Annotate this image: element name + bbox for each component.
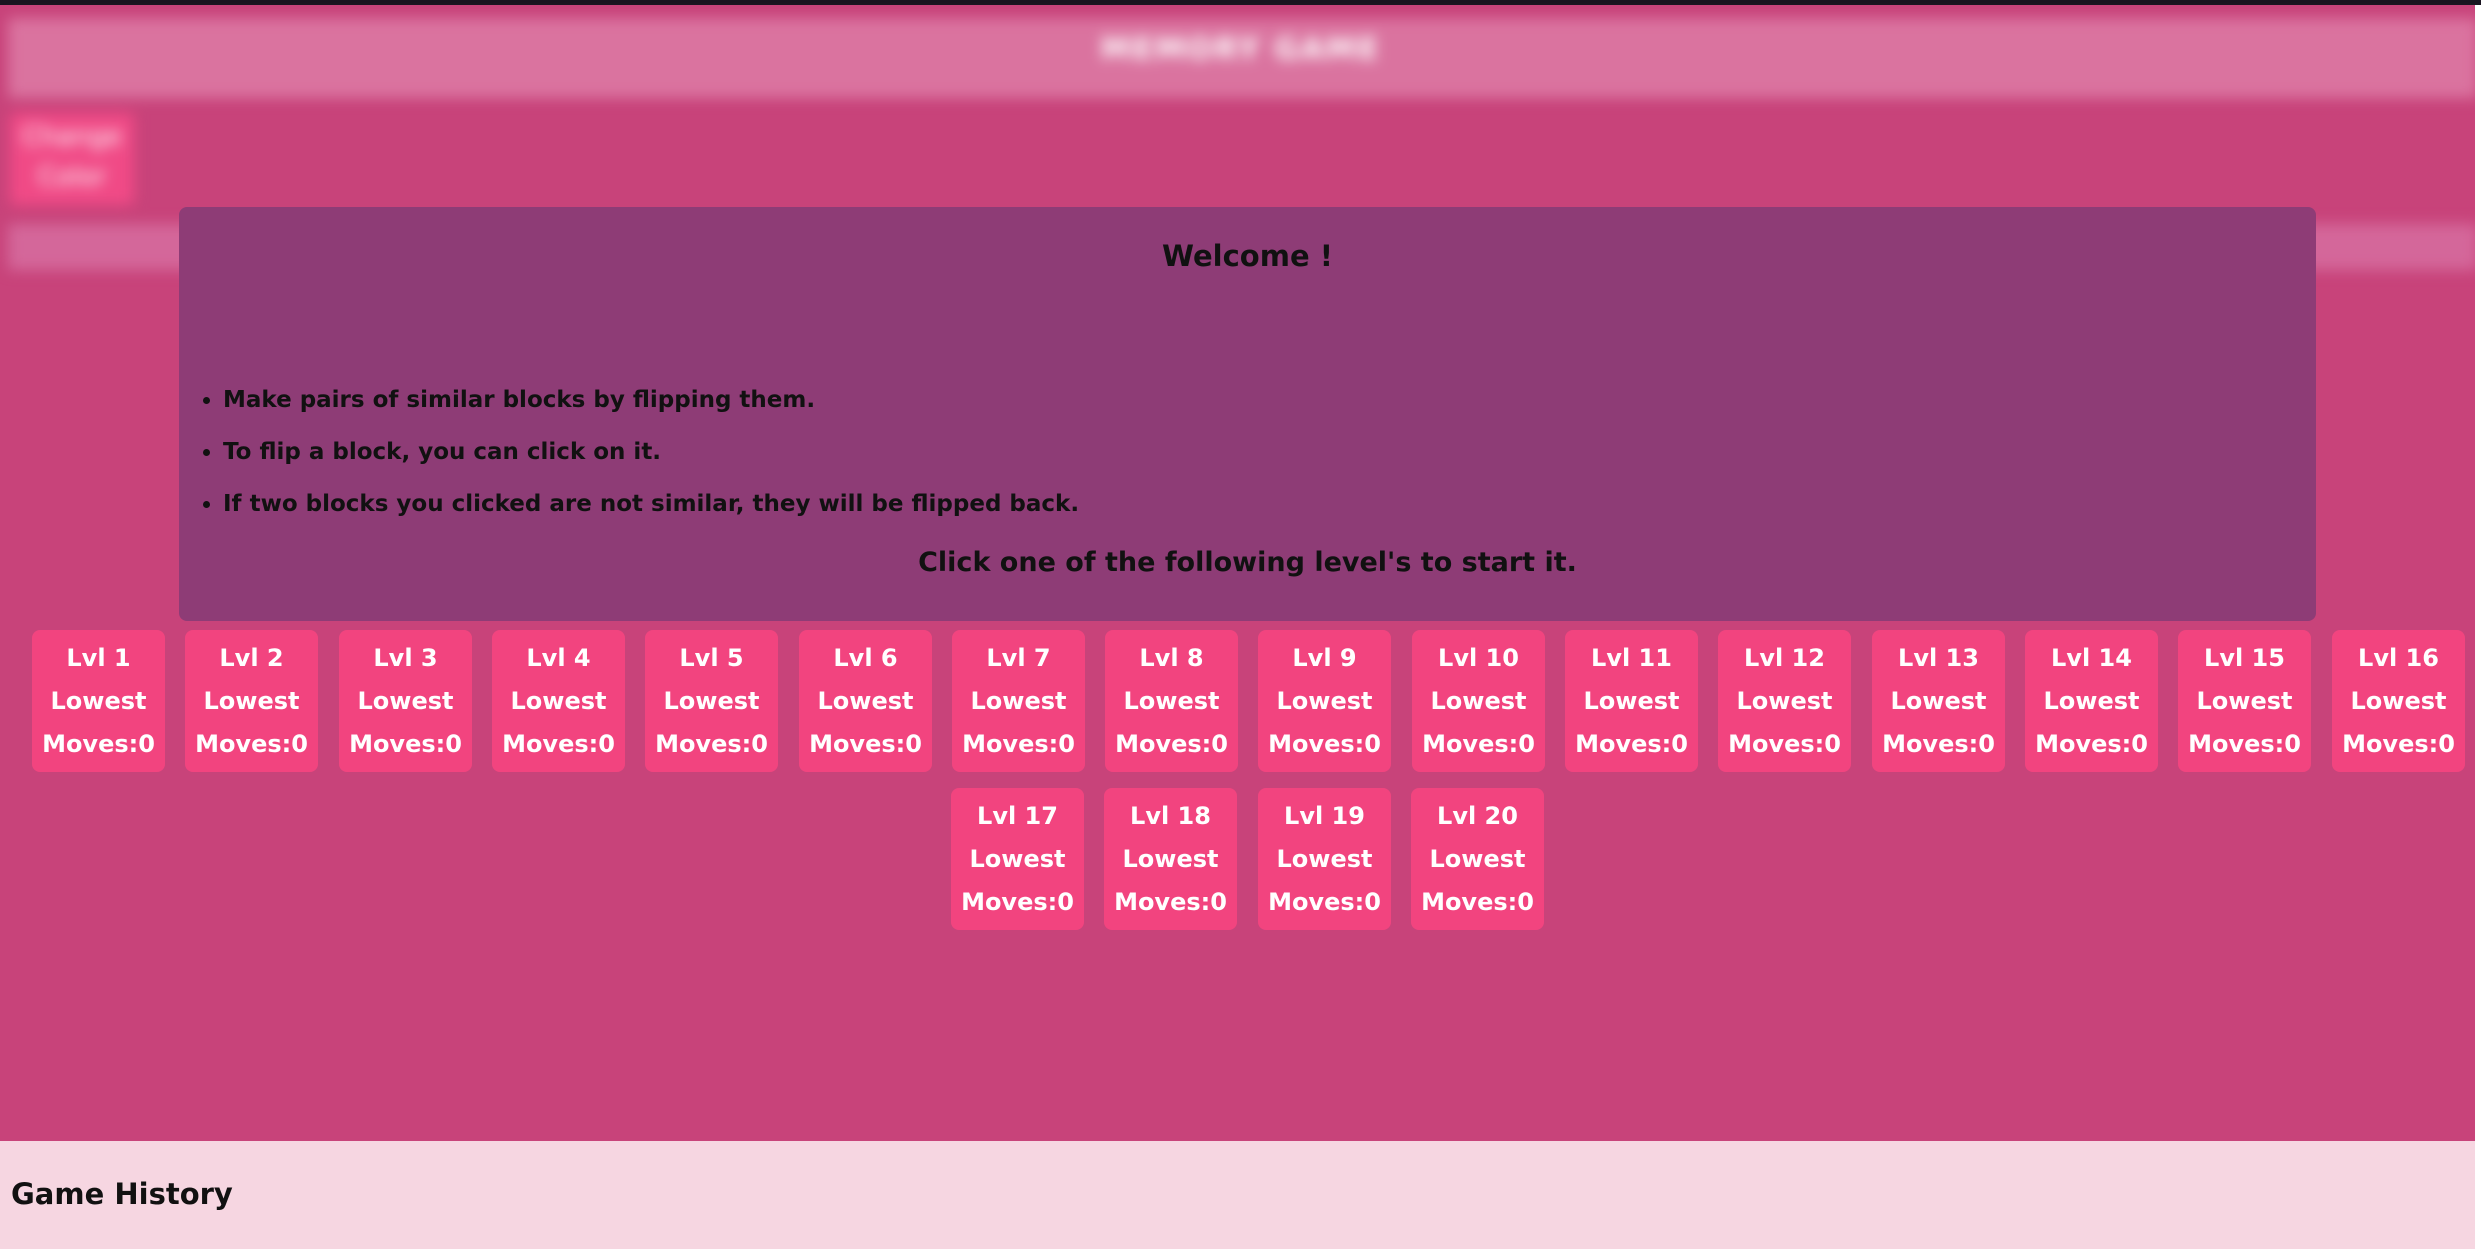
lowest-label: Lowest [2350, 687, 2447, 715]
level-label: Lvl 1 [66, 644, 131, 672]
moves-count: Moves:0 [961, 888, 1074, 916]
level-label: Lvl 4 [526, 644, 591, 672]
moves-count: Moves:0 [195, 730, 308, 758]
level-label: Lvl 10 [1438, 644, 1519, 672]
moves-count: Moves:0 [1575, 730, 1688, 758]
moves-count: Moves:0 [1268, 888, 1381, 916]
lowest-label: Lowest [1583, 687, 1680, 715]
modal-title: Welcome ! [1162, 239, 1333, 273]
level-button-11[interactable]: Lvl 11 Lowest Moves:0 [1565, 630, 1698, 772]
level-label: Lvl 17 [977, 802, 1058, 830]
lowest-label: Lowest [1122, 845, 1219, 873]
level-button-1[interactable]: Lvl 1 Lowest Moves:0 [32, 630, 165, 772]
level-button-6[interactable]: Lvl 6 Lowest Moves:0 [799, 630, 932, 772]
game-history-title: Game History [11, 1177, 233, 1211]
lowest-label: Lowest [817, 687, 914, 715]
lowest-label: Lowest [2196, 687, 2293, 715]
moves-count: Moves:0 [1114, 888, 1227, 916]
level-label: Lvl 16 [2358, 644, 2439, 672]
level-button-15[interactable]: Lvl 15 Lowest Moves:0 [2178, 630, 2311, 772]
instructions-list: Make pairs of similar blocks by flipping… [179, 383, 1079, 539]
level-label: Lvl 2 [219, 644, 284, 672]
level-button-5[interactable]: Lvl 5 Lowest Moves:0 [645, 630, 778, 772]
level-label: Lvl 8 [1139, 644, 1204, 672]
level-button-2[interactable]: Lvl 2 Lowest Moves:0 [185, 630, 318, 772]
level-button-17[interactable]: Lvl 17 Lowest Moves:0 [951, 788, 1084, 930]
level-button-7[interactable]: Lvl 7 Lowest Moves:0 [952, 630, 1085, 772]
level-button-4[interactable]: Lvl 4 Lowest Moves:0 [492, 630, 625, 772]
level-button-18[interactable]: Lvl 18 Lowest Moves:0 [1104, 788, 1237, 930]
lowest-label: Lowest [1276, 845, 1373, 873]
page-edge [2475, 5, 2481, 1249]
moves-count: Moves:0 [1422, 730, 1535, 758]
instruction-item: To flip a block, you can click on it. [223, 435, 1079, 469]
level-label: Lvl 7 [986, 644, 1051, 672]
level-button-14[interactable]: Lvl 14 Lowest Moves:0 [2025, 630, 2158, 772]
moves-count: Moves:0 [1115, 730, 1228, 758]
moves-count: Moves:0 [2342, 730, 2455, 758]
lowest-label: Lowest [357, 687, 454, 715]
welcome-modal: Welcome ! Make pairs of similar blocks b… [179, 207, 2316, 621]
level-button-9[interactable]: Lvl 9 Lowest Moves:0 [1258, 630, 1391, 772]
lowest-label: Lowest [1736, 687, 1833, 715]
level-button-10[interactable]: Lvl 10 Lowest Moves:0 [1412, 630, 1545, 772]
moves-count: Moves:0 [1421, 888, 1534, 916]
change-color-button[interactable]: Change Color [10, 113, 134, 205]
level-label: Lvl 13 [1898, 644, 1979, 672]
instruction-item: Make pairs of similar blocks by flipping… [223, 383, 1079, 417]
level-button-3[interactable]: Lvl 3 Lowest Moves:0 [339, 630, 472, 772]
lowest-label: Lowest [1123, 687, 1220, 715]
moves-count: Moves:0 [42, 730, 155, 758]
moves-count: Moves:0 [1882, 730, 1995, 758]
lowest-label: Lowest [510, 687, 607, 715]
lowest-label: Lowest [203, 687, 300, 715]
game-history-panel: Game History [0, 1141, 2475, 1249]
level-label: Lvl 11 [1591, 644, 1672, 672]
lowest-label: Lowest [1430, 687, 1527, 715]
level-label: Lvl 18 [1130, 802, 1211, 830]
lowest-label: Lowest [1429, 845, 1526, 873]
moves-count: Moves:0 [349, 730, 462, 758]
lowest-label: Lowest [970, 687, 1067, 715]
lowest-label: Lowest [1890, 687, 1987, 715]
instruction-item: If two blocks you clicked are not simila… [223, 487, 1079, 521]
moves-count: Moves:0 [655, 730, 768, 758]
moves-count: Moves:0 [2035, 730, 2148, 758]
moves-count: Moves:0 [809, 730, 922, 758]
level-label: Lvl 3 [373, 644, 438, 672]
moves-count: Moves:0 [1728, 730, 1841, 758]
lowest-label: Lowest [969, 845, 1066, 873]
moves-count: Moves:0 [1268, 730, 1381, 758]
lowest-label: Lowest [1276, 687, 1373, 715]
level-label: Lvl 9 [1292, 644, 1357, 672]
level-button-8[interactable]: Lvl 8 Lowest Moves:0 [1105, 630, 1238, 772]
start-instruction: Click one of the following level's to st… [918, 547, 1577, 578]
level-button-13[interactable]: Lvl 13 Lowest Moves:0 [1872, 630, 2005, 772]
lowest-label: Lowest [663, 687, 760, 715]
moves-count: Moves:0 [502, 730, 615, 758]
moves-count: Moves:0 [962, 730, 1075, 758]
level-button-16[interactable]: Lvl 16 Lowest Moves:0 [2332, 630, 2465, 772]
level-label: Lvl 20 [1437, 802, 1518, 830]
level-label: Lvl 15 [2204, 644, 2285, 672]
level-label: Lvl 5 [679, 644, 744, 672]
level-label: Lvl 19 [1284, 802, 1365, 830]
level-label: Lvl 12 [1744, 644, 1825, 672]
level-label: Lvl 6 [833, 644, 898, 672]
level-label: Lvl 14 [2051, 644, 2132, 672]
app-title: MEMORY GAME [1100, 32, 1381, 67]
level-button-19[interactable]: Lvl 19 Lowest Moves:0 [1258, 788, 1391, 930]
lowest-label: Lowest [50, 687, 147, 715]
level-button-12[interactable]: Lvl 12 Lowest Moves:0 [1718, 630, 1851, 772]
level-button-20[interactable]: Lvl 20 Lowest Moves:0 [1411, 788, 1544, 930]
lowest-label: Lowest [2043, 687, 2140, 715]
moves-count: Moves:0 [2188, 730, 2301, 758]
